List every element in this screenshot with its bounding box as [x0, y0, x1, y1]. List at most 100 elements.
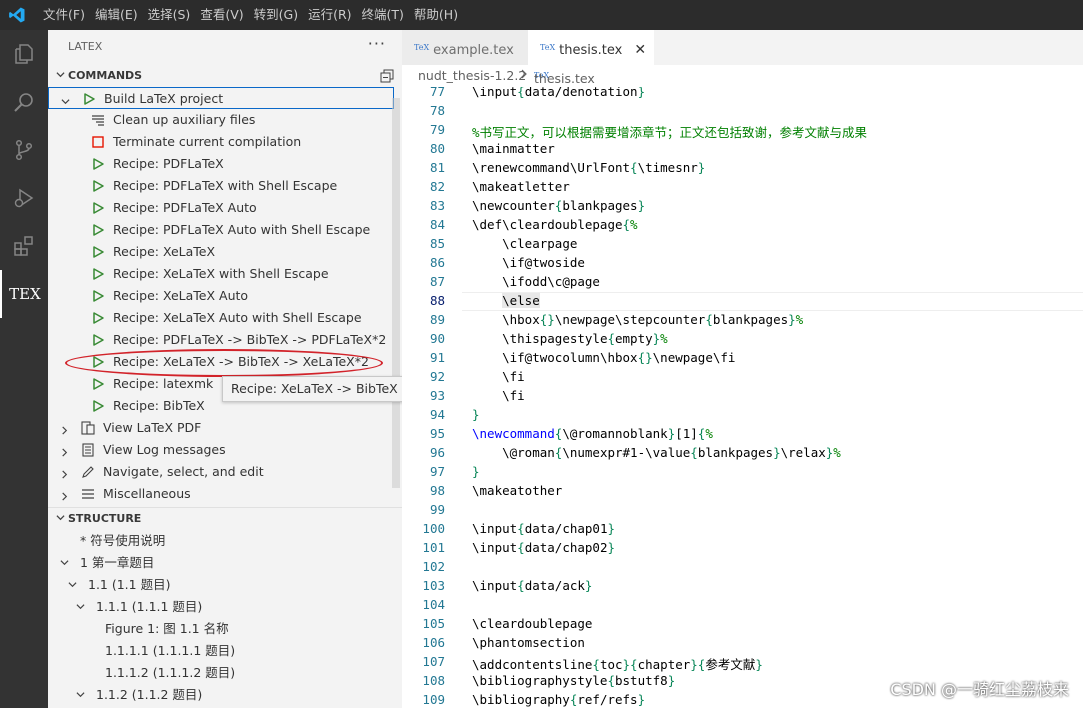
code-line[interactable]: \renewcommand\UrlFont{\timesnr}	[472, 160, 705, 175]
line-number: 90	[429, 331, 445, 346]
command-item[interactable]: Miscellaneous	[48, 483, 394, 505]
command-item[interactable]: Recipe: PDFLaTeX with Shell Escape	[48, 175, 394, 197]
structure-label: Figure 1: 图 1.1 名称	[105, 621, 229, 636]
structure-item[interactable]: 1.1 (1.1 题目)	[48, 571, 394, 593]
command-item[interactable]: Terminate current compilation	[48, 131, 394, 153]
extensions-icon[interactable]	[0, 222, 48, 270]
menu-item[interactable]: 转到(G)	[249, 0, 303, 30]
structure-item[interactable]: 1.1.2 (1.1.2 题目)	[48, 681, 394, 703]
code-line[interactable]: \addcontentsline{toc}{chapter}{参考文献}	[472, 654, 763, 673]
code-line[interactable]: \newcommand{\@romannoblank}[1]{%	[472, 426, 713, 441]
code-line[interactable]: \input{data/denotation}	[472, 87, 645, 99]
code-line[interactable]: \thispagestyle{empty}%	[472, 331, 668, 346]
menu-item[interactable]: 帮助(H)	[409, 0, 463, 30]
menu-item[interactable]: 查看(V)	[195, 0, 248, 30]
code-editor[interactable]: 77 \input{data/denotation} 78 79 %书写正文，可以根据需…	[402, 87, 1083, 708]
search-icon[interactable]	[0, 78, 48, 126]
command-label: Recipe: PDFLaTeX Auto	[113, 200, 257, 215]
more-actions-icon[interactable]: ···	[368, 34, 386, 53]
line-number: 87	[429, 274, 445, 289]
command-item[interactable]: Recipe: XeLaTeX Auto with Shell Escape	[48, 307, 394, 329]
explorer-icon[interactable]	[0, 30, 48, 78]
code-line[interactable]: \if@twocolumn\hbox{}\newpage\fi	[472, 350, 735, 365]
menu-item[interactable]: 选择(S)	[143, 0, 196, 30]
code-line[interactable]: }	[472, 464, 480, 479]
code-line[interactable]: \phantomsection	[472, 635, 585, 650]
structure-item[interactable]: 1.1.1.2 (1.1.1.2 题目)	[48, 659, 394, 681]
chevron-right-icon[interactable]	[60, 467, 69, 482]
line-number: 80	[429, 141, 445, 156]
collapse-all-icon[interactable]	[380, 69, 394, 83]
line-number: 93	[429, 388, 445, 403]
menu-item[interactable]: 文件(F)	[38, 0, 90, 30]
code-line[interactable]: \fi	[472, 388, 525, 403]
structure-item[interactable]: 1.1.1.1 (1.1.1.1 题目)	[48, 637, 394, 659]
code-line[interactable]: \makeatother	[472, 483, 562, 498]
chevron-down-icon[interactable]	[76, 599, 85, 614]
command-item[interactable]: Recipe: PDFLaTeX Auto	[48, 197, 394, 219]
chevron-down-icon[interactable]	[60, 555, 69, 570]
structure-item[interactable]: 1 第一章题目	[48, 549, 394, 571]
code-line[interactable]: \fi	[472, 369, 525, 384]
code-line[interactable]: \makeatletter	[472, 179, 570, 194]
commands-section-header[interactable]: COMMANDS	[48, 65, 402, 87]
structure-item[interactable]: Figure 1: 图 1.1 名称	[48, 615, 394, 637]
code-line[interactable]: \bibliographystyle{bstutf8}	[472, 673, 675, 688]
sidebar-title: LATEX	[68, 40, 103, 53]
command-item[interactable]: Recipe: XeLaTeX	[48, 241, 394, 263]
code-line[interactable]: \clearpage	[472, 236, 577, 251]
tab-thesis-tex[interactable]: TeX thesis.tex ✕	[528, 30, 654, 65]
code-line[interactable]: \bibliography{ref/refs}	[472, 692, 645, 707]
command-item[interactable]: Recipe: PDFLaTeX -> BibTeX -> PDFLaTeX*2	[48, 329, 394, 351]
line-number: 95	[429, 426, 445, 441]
source-control-icon[interactable]	[0, 126, 48, 174]
structure-item[interactable]: 1.1.1 (1.1.1 题目)	[48, 593, 394, 615]
command-item[interactable]: View Log messages	[48, 439, 394, 461]
code-line[interactable]: }	[472, 407, 480, 422]
code-line[interactable]: \newcounter{blankpages}	[472, 198, 645, 213]
code-line[interactable]: \if@twoside	[472, 255, 585, 270]
command-item[interactable]: Recipe: XeLaTeX Auto	[48, 285, 394, 307]
menu-item[interactable]: 编辑(E)	[90, 0, 143, 30]
close-icon[interactable]: ✕	[634, 42, 646, 58]
code-line[interactable]: \ifodd\c@page	[472, 274, 600, 289]
command-item[interactable]: Recipe: PDFLaTeX	[48, 153, 394, 175]
chevron-right-icon[interactable]	[60, 489, 69, 504]
code-line[interactable]: \input{data/ack}	[472, 578, 592, 593]
tab-example-tex[interactable]: TeX example.tex	[402, 30, 528, 65]
tex-icon[interactable]: TEX	[0, 270, 48, 318]
code-line[interactable]: \cleardoublepage	[472, 616, 592, 631]
code-line[interactable]: \hbox{}\newpage\stepcounter{blankpages}%	[472, 312, 803, 327]
code-line[interactable]: \@roman{\numexpr#1-\value{blankpages}\re…	[472, 445, 841, 460]
structure-item[interactable]: * 符号使用说明	[48, 527, 394, 549]
sidebar-scrollbar[interactable]	[392, 98, 400, 488]
command-item[interactable]: Recipe: PDFLaTeX Auto with Shell Escape	[48, 219, 394, 241]
code-line[interactable]: \input{data/chap02}	[472, 540, 615, 555]
chevron-down-icon[interactable]	[76, 687, 85, 702]
command-item[interactable]: Recipe: XeLaTeX with Shell Escape	[48, 263, 394, 285]
code-line[interactable]: \input{data/chap01}	[472, 521, 615, 536]
menu-item[interactable]: 运行(R)	[303, 0, 356, 30]
code-line[interactable]: \def\cleardoublepage{%	[472, 217, 638, 232]
command-label: Recipe: XeLaTeX with Shell Escape	[113, 266, 329, 281]
code-line[interactable]: %书写正文，可以根据需要增添章节；正文还包括致谢，参考文献与成果	[472, 122, 867, 141]
chevron-right-icon[interactable]	[60, 423, 69, 438]
code-line[interactable]: \mainmatter	[472, 141, 555, 156]
chevron-down-icon	[56, 72, 65, 78]
chevron-right-icon[interactable]	[60, 445, 69, 460]
line-number: 85	[429, 236, 445, 251]
command-item[interactable]: Navigate, select, and edit	[48, 461, 394, 483]
code-line[interactable]: \else	[472, 293, 540, 308]
breadcrumb-folder[interactable]: nudt_thesis-1.2.2	[418, 68, 526, 83]
command-label: Clean up auxiliary files	[113, 112, 256, 127]
command-item[interactable]: View LaTeX PDF	[48, 417, 394, 439]
chevron-down-icon[interactable]	[68, 577, 77, 592]
line-number: 102	[422, 559, 445, 574]
command-item[interactable]: Clean up auxiliary files	[48, 109, 394, 131]
command-item[interactable]: Build LaTeX project	[48, 87, 394, 109]
run-debug-icon[interactable]	[0, 174, 48, 222]
line-number: 77	[429, 87, 445, 99]
chevron-down-icon[interactable]	[61, 94, 70, 109]
menu-item[interactable]: 终端(T)	[357, 0, 409, 30]
command-label: Recipe: XeLaTeX Auto with Shell Escape	[113, 310, 362, 325]
